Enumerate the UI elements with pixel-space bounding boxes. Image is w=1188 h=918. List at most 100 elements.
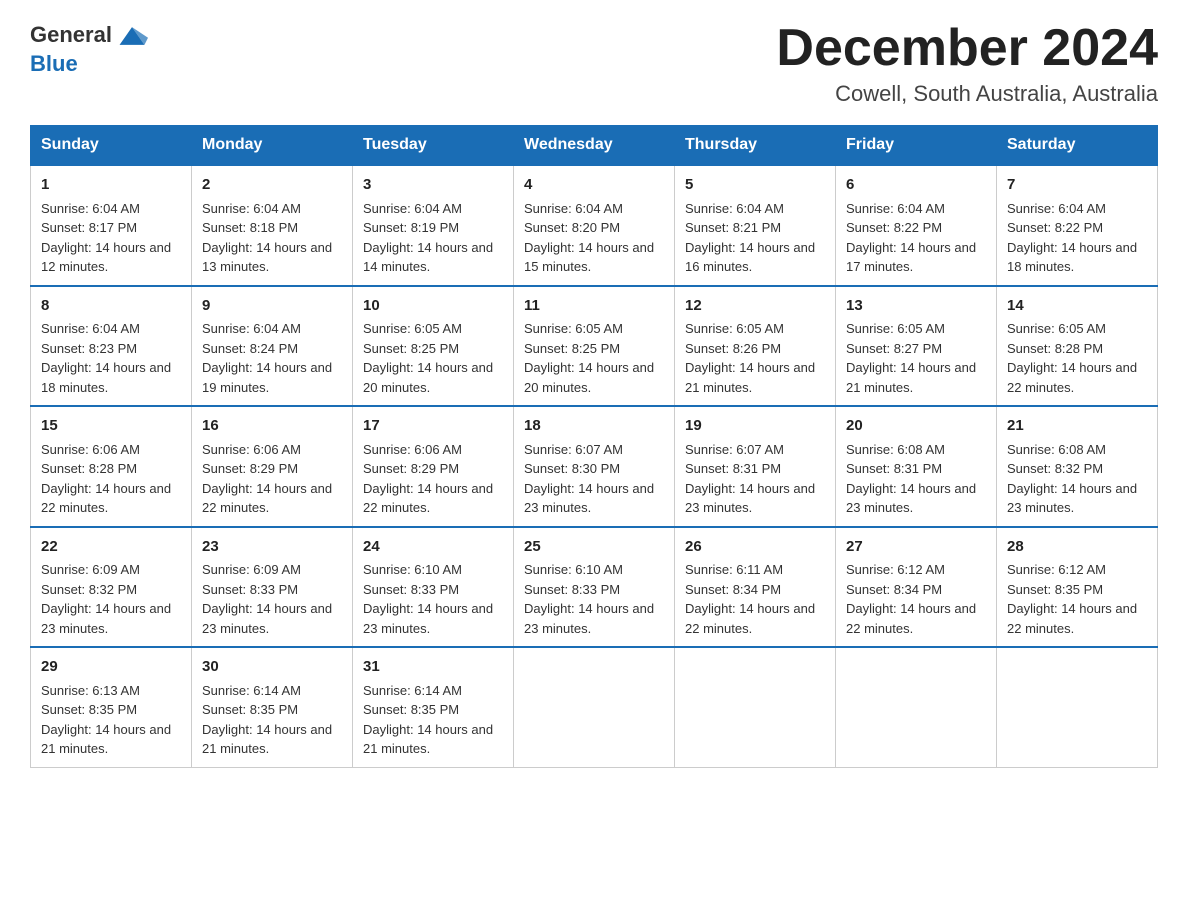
month-title: December 2024 (776, 20, 1158, 77)
day-info: Sunrise: 6:05 AMSunset: 8:25 PMDaylight:… (524, 321, 654, 395)
day-number: 25 (524, 536, 664, 559)
day-number: 4 (524, 174, 664, 197)
day-info: Sunrise: 6:14 AMSunset: 8:35 PMDaylight:… (202, 683, 332, 757)
logo-text: General Blue (30, 20, 148, 76)
table-row: 13 Sunrise: 6:05 AMSunset: 8:27 PMDaylig… (836, 286, 997, 407)
table-row: 5 Sunrise: 6:04 AMSunset: 8:21 PMDayligh… (675, 165, 836, 286)
day-number: 1 (41, 174, 181, 197)
day-number: 23 (202, 536, 342, 559)
table-row: 22 Sunrise: 6:09 AMSunset: 8:32 PMDaylig… (31, 527, 192, 648)
location-title: Cowell, South Australia, Australia (776, 81, 1158, 107)
table-row: 26 Sunrise: 6:11 AMSunset: 8:34 PMDaylig… (675, 527, 836, 648)
day-number: 10 (363, 295, 503, 318)
table-row: 2 Sunrise: 6:04 AMSunset: 8:18 PMDayligh… (192, 165, 353, 286)
calendar-table: Sunday Monday Tuesday Wednesday Thursday… (30, 125, 1158, 768)
day-number: 15 (41, 415, 181, 438)
day-number: 24 (363, 536, 503, 559)
day-info: Sunrise: 6:09 AMSunset: 8:32 PMDaylight:… (41, 562, 171, 636)
day-number: 26 (685, 536, 825, 559)
table-row: 24 Sunrise: 6:10 AMSunset: 8:33 PMDaylig… (353, 527, 514, 648)
day-number: 16 (202, 415, 342, 438)
table-row: 21 Sunrise: 6:08 AMSunset: 8:32 PMDaylig… (997, 406, 1158, 527)
col-sunday: Sunday (31, 126, 192, 166)
day-number: 6 (846, 174, 986, 197)
col-thursday: Thursday (675, 126, 836, 166)
calendar-header-row: Sunday Monday Tuesday Wednesday Thursday… (31, 126, 1158, 166)
day-info: Sunrise: 6:04 AMSunset: 8:22 PMDaylight:… (846, 201, 976, 275)
table-row: 27 Sunrise: 6:12 AMSunset: 8:34 PMDaylig… (836, 527, 997, 648)
col-friday: Friday (836, 126, 997, 166)
day-info: Sunrise: 6:04 AMSunset: 8:17 PMDaylight:… (41, 201, 171, 275)
day-info: Sunrise: 6:06 AMSunset: 8:28 PMDaylight:… (41, 442, 171, 516)
col-wednesday: Wednesday (514, 126, 675, 166)
day-number: 11 (524, 295, 664, 318)
col-tuesday: Tuesday (353, 126, 514, 166)
day-info: Sunrise: 6:04 AMSunset: 8:18 PMDaylight:… (202, 201, 332, 275)
table-row (675, 647, 836, 767)
day-info: Sunrise: 6:08 AMSunset: 8:32 PMDaylight:… (1007, 442, 1137, 516)
day-number: 21 (1007, 415, 1147, 438)
logo: General Blue (30, 20, 148, 76)
day-number: 28 (1007, 536, 1147, 559)
table-row (836, 647, 997, 767)
table-row: 9 Sunrise: 6:04 AMSunset: 8:24 PMDayligh… (192, 286, 353, 407)
page-header: General Blue December 2024 Cowell, South… (30, 20, 1158, 107)
calendar-week-row: 29 Sunrise: 6:13 AMSunset: 8:35 PMDaylig… (31, 647, 1158, 767)
day-number: 19 (685, 415, 825, 438)
day-number: 7 (1007, 174, 1147, 197)
table-row (997, 647, 1158, 767)
day-info: Sunrise: 6:12 AMSunset: 8:35 PMDaylight:… (1007, 562, 1137, 636)
table-row: 11 Sunrise: 6:05 AMSunset: 8:25 PMDaylig… (514, 286, 675, 407)
day-info: Sunrise: 6:04 AMSunset: 8:22 PMDaylight:… (1007, 201, 1137, 275)
day-info: Sunrise: 6:13 AMSunset: 8:35 PMDaylight:… (41, 683, 171, 757)
day-number: 13 (846, 295, 986, 318)
day-info: Sunrise: 6:09 AMSunset: 8:33 PMDaylight:… (202, 562, 332, 636)
col-saturday: Saturday (997, 126, 1158, 166)
day-number: 8 (41, 295, 181, 318)
day-number: 30 (202, 656, 342, 679)
day-info: Sunrise: 6:12 AMSunset: 8:34 PMDaylight:… (846, 562, 976, 636)
table-row: 6 Sunrise: 6:04 AMSunset: 8:22 PMDayligh… (836, 165, 997, 286)
day-info: Sunrise: 6:04 AMSunset: 8:20 PMDaylight:… (524, 201, 654, 275)
calendar-week-row: 22 Sunrise: 6:09 AMSunset: 8:32 PMDaylig… (31, 527, 1158, 648)
day-number: 18 (524, 415, 664, 438)
day-info: Sunrise: 6:05 AMSunset: 8:26 PMDaylight:… (685, 321, 815, 395)
table-row: 15 Sunrise: 6:06 AMSunset: 8:28 PMDaylig… (31, 406, 192, 527)
table-row: 28 Sunrise: 6:12 AMSunset: 8:35 PMDaylig… (997, 527, 1158, 648)
calendar-week-row: 1 Sunrise: 6:04 AMSunset: 8:17 PMDayligh… (31, 165, 1158, 286)
table-row: 18 Sunrise: 6:07 AMSunset: 8:30 PMDaylig… (514, 406, 675, 527)
day-number: 20 (846, 415, 986, 438)
day-info: Sunrise: 6:10 AMSunset: 8:33 PMDaylight:… (363, 562, 493, 636)
day-number: 27 (846, 536, 986, 559)
table-row: 29 Sunrise: 6:13 AMSunset: 8:35 PMDaylig… (31, 647, 192, 767)
logo-blue: Blue (30, 51, 78, 76)
day-info: Sunrise: 6:05 AMSunset: 8:25 PMDaylight:… (363, 321, 493, 395)
day-info: Sunrise: 6:11 AMSunset: 8:34 PMDaylight:… (685, 562, 815, 636)
table-row: 14 Sunrise: 6:05 AMSunset: 8:28 PMDaylig… (997, 286, 1158, 407)
day-info: Sunrise: 6:04 AMSunset: 8:19 PMDaylight:… (363, 201, 493, 275)
day-info: Sunrise: 6:04 AMSunset: 8:24 PMDaylight:… (202, 321, 332, 395)
calendar-week-row: 15 Sunrise: 6:06 AMSunset: 8:28 PMDaylig… (31, 406, 1158, 527)
table-row: 1 Sunrise: 6:04 AMSunset: 8:17 PMDayligh… (31, 165, 192, 286)
table-row: 20 Sunrise: 6:08 AMSunset: 8:31 PMDaylig… (836, 406, 997, 527)
day-number: 9 (202, 295, 342, 318)
title-block: December 2024 Cowell, South Australia, A… (776, 20, 1158, 107)
day-number: 3 (363, 174, 503, 197)
table-row: 23 Sunrise: 6:09 AMSunset: 8:33 PMDaylig… (192, 527, 353, 648)
day-info: Sunrise: 6:04 AMSunset: 8:21 PMDaylight:… (685, 201, 815, 275)
day-info: Sunrise: 6:05 AMSunset: 8:27 PMDaylight:… (846, 321, 976, 395)
table-row: 7 Sunrise: 6:04 AMSunset: 8:22 PMDayligh… (997, 165, 1158, 286)
table-row: 25 Sunrise: 6:10 AMSunset: 8:33 PMDaylig… (514, 527, 675, 648)
day-info: Sunrise: 6:07 AMSunset: 8:31 PMDaylight:… (685, 442, 815, 516)
table-row: 17 Sunrise: 6:06 AMSunset: 8:29 PMDaylig… (353, 406, 514, 527)
day-number: 29 (41, 656, 181, 679)
day-number: 17 (363, 415, 503, 438)
calendar-week-row: 8 Sunrise: 6:04 AMSunset: 8:23 PMDayligh… (31, 286, 1158, 407)
table-row: 4 Sunrise: 6:04 AMSunset: 8:20 PMDayligh… (514, 165, 675, 286)
table-row: 19 Sunrise: 6:07 AMSunset: 8:31 PMDaylig… (675, 406, 836, 527)
day-number: 2 (202, 174, 342, 197)
table-row: 31 Sunrise: 6:14 AMSunset: 8:35 PMDaylig… (353, 647, 514, 767)
day-info: Sunrise: 6:10 AMSunset: 8:33 PMDaylight:… (524, 562, 654, 636)
table-row: 8 Sunrise: 6:04 AMSunset: 8:23 PMDayligh… (31, 286, 192, 407)
day-info: Sunrise: 6:06 AMSunset: 8:29 PMDaylight:… (363, 442, 493, 516)
